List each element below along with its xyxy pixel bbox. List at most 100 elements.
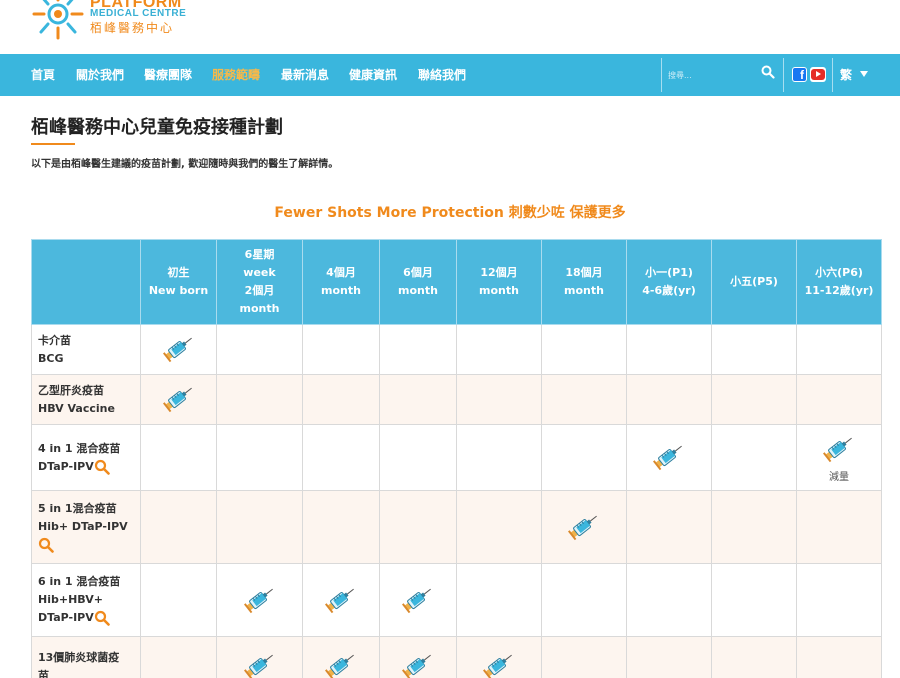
empty-cell xyxy=(140,636,217,678)
dose-cell xyxy=(541,490,627,564)
header-age-8: 小五(P5) xyxy=(711,239,797,325)
empty-cell xyxy=(711,636,797,678)
syringe-icon xyxy=(162,337,196,366)
magnifier-icon[interactable] xyxy=(94,459,110,475)
vaccine-name-line: BCG xyxy=(38,351,64,365)
empty-cell xyxy=(456,563,542,637)
vaccine-name-line: DTaP-IPV xyxy=(38,611,94,624)
vaccine-name-line: Hib+ DTaP-IPV xyxy=(38,520,128,533)
syringe-icon xyxy=(482,654,516,678)
vaccine-name-line: 5 in 1混合疫苗 xyxy=(38,502,117,515)
empty-cell xyxy=(626,490,712,564)
table-row: 13價肺炎球菌疫苗 xyxy=(31,636,882,678)
dose-cell xyxy=(140,374,217,425)
empty-cell xyxy=(379,374,457,425)
vaccine-name-line: 卡介苗 xyxy=(38,333,71,347)
facebook-icon[interactable]: f xyxy=(792,67,807,82)
empty-cell xyxy=(140,490,217,564)
empty-cell xyxy=(626,374,712,425)
nav-item-health-info[interactable]: 健康資訊 xyxy=(349,54,397,96)
vaccine-name-line: Hib+HBV+ xyxy=(38,593,103,606)
nav-divider xyxy=(661,58,662,92)
table-body: 卡介苗 BCG 乙型肝炎疫苗 HBV Vaccine 4 in 1 混合疫苗 DTaP-I… xyxy=(31,324,882,678)
header-vaccine xyxy=(31,239,141,325)
empty-cell xyxy=(302,374,380,425)
vaccine-name-cell: 6 in 1 混合疫苗 Hib+HBV+ DTaP-IPV xyxy=(31,563,141,637)
empty-cell xyxy=(541,563,627,637)
chevron-down-icon[interactable] xyxy=(860,71,868,77)
empty-cell xyxy=(379,490,457,564)
intro-text: 以下是由栢峰醫生建議的疫苗計劃, 歡迎隨時與我們的醫生了解詳情。 xyxy=(31,159,339,170)
nav-item-about[interactable]: 關於我們 xyxy=(76,54,124,96)
empty-cell xyxy=(140,563,217,637)
logo-mark xyxy=(32,0,84,40)
vaccine-name-cell: 4 in 1 混合疫苗 DTaP-IPV xyxy=(31,424,141,491)
table-header-row: 初生 New born 6星期 week 2個月 month 4個月 month 6個… xyxy=(31,239,882,325)
nav-item-services[interactable]: 服務範疇 xyxy=(212,54,260,96)
empty-cell xyxy=(796,636,882,678)
vaccine-name-cell: 乙型肝炎疫苗 HBV Vaccine xyxy=(31,374,141,425)
header-age-2: 6星期 week 2個月 month xyxy=(216,239,303,325)
schedule-subtitle: Fewer Shots More Protection 刺數少咗 保護更多 xyxy=(274,205,626,221)
empty-cell xyxy=(302,490,380,564)
vaccination-schedule-table: 初生 New born 6星期 week 2個月 month 4個月 month 6個… xyxy=(31,239,882,678)
empty-cell xyxy=(541,424,627,491)
nav-item-home[interactable]: 首頁 xyxy=(31,54,55,96)
empty-cell xyxy=(456,324,542,375)
vaccine-name-line: HBV Vaccine xyxy=(38,401,115,415)
empty-cell xyxy=(796,563,882,637)
magnifier-icon[interactable] xyxy=(38,537,54,553)
syringe-icon xyxy=(324,654,358,678)
header-age-6: 18個月 month xyxy=(541,239,627,325)
title-underline xyxy=(31,143,75,145)
empty-cell xyxy=(711,490,797,564)
vaccine-name-line: 6 in 1 混合疫苗 xyxy=(38,575,121,588)
syringe-icon xyxy=(401,588,435,617)
empty-cell xyxy=(796,374,882,425)
syringe-icon xyxy=(162,387,196,416)
dose-cell xyxy=(626,424,712,491)
logo-chinese-name: 栢峰醫務中心 xyxy=(90,21,175,35)
header-age-1: 初生 New born xyxy=(140,239,217,325)
header-age-5: 12個月 month xyxy=(456,239,542,325)
empty-cell xyxy=(796,490,882,564)
dose-cell xyxy=(379,563,457,637)
empty-cell xyxy=(216,374,303,425)
nav-item-team[interactable]: 醫療團隊 xyxy=(144,54,192,96)
empty-cell xyxy=(711,424,797,491)
nav-divider xyxy=(783,58,784,92)
youtube-icon[interactable] xyxy=(810,67,826,82)
empty-cell xyxy=(541,636,627,678)
dose-cell xyxy=(140,324,217,375)
header-age-7: 小一(P1) 4-6歲(yr) xyxy=(626,239,712,325)
empty-cell xyxy=(456,490,542,564)
empty-cell xyxy=(626,636,712,678)
logo-subtitle: MEDICAL CENTRE xyxy=(90,8,187,19)
language-switch[interactable]: 繁 xyxy=(840,54,852,96)
dose-cell xyxy=(302,563,380,637)
search-icon[interactable] xyxy=(761,64,775,83)
empty-cell xyxy=(711,563,797,637)
table-row: 4 in 1 混合疫苗 DTaP-IPV 減量 xyxy=(31,424,882,491)
logo[interactable]: PLATFORM MEDICAL CENTRE 栢峰醫務中心 xyxy=(30,0,230,54)
magnifier-icon[interactable] xyxy=(94,610,110,626)
vaccine-name-line: DTaP-IPV xyxy=(38,459,94,473)
syringe-icon xyxy=(243,588,277,617)
table-row: 乙型肝炎疫苗 HBV Vaccine xyxy=(31,374,882,425)
nav-item-news[interactable]: 最新消息 xyxy=(281,54,329,96)
table-row: 5 in 1混合疫苗 Hib+ DTaP-IPV xyxy=(31,490,882,564)
syringe-icon xyxy=(401,654,435,678)
empty-cell xyxy=(302,424,380,491)
empty-cell xyxy=(216,324,303,375)
dose-cell xyxy=(379,636,457,678)
empty-cell xyxy=(711,374,797,425)
vaccine-name-cell: 13價肺炎球菌疫苗 xyxy=(31,636,141,678)
syringe-icon xyxy=(324,588,358,617)
empty-cell xyxy=(796,324,882,375)
empty-cell xyxy=(216,424,303,491)
vaccine-name-cell: 卡介苗 BCG xyxy=(31,324,141,375)
empty-cell xyxy=(379,324,457,375)
header-age-9: 小六(P6) 11-12歲(yr) xyxy=(796,239,882,325)
nav-item-contact[interactable]: 聯絡我們 xyxy=(418,54,466,96)
syringe-icon xyxy=(243,654,277,678)
